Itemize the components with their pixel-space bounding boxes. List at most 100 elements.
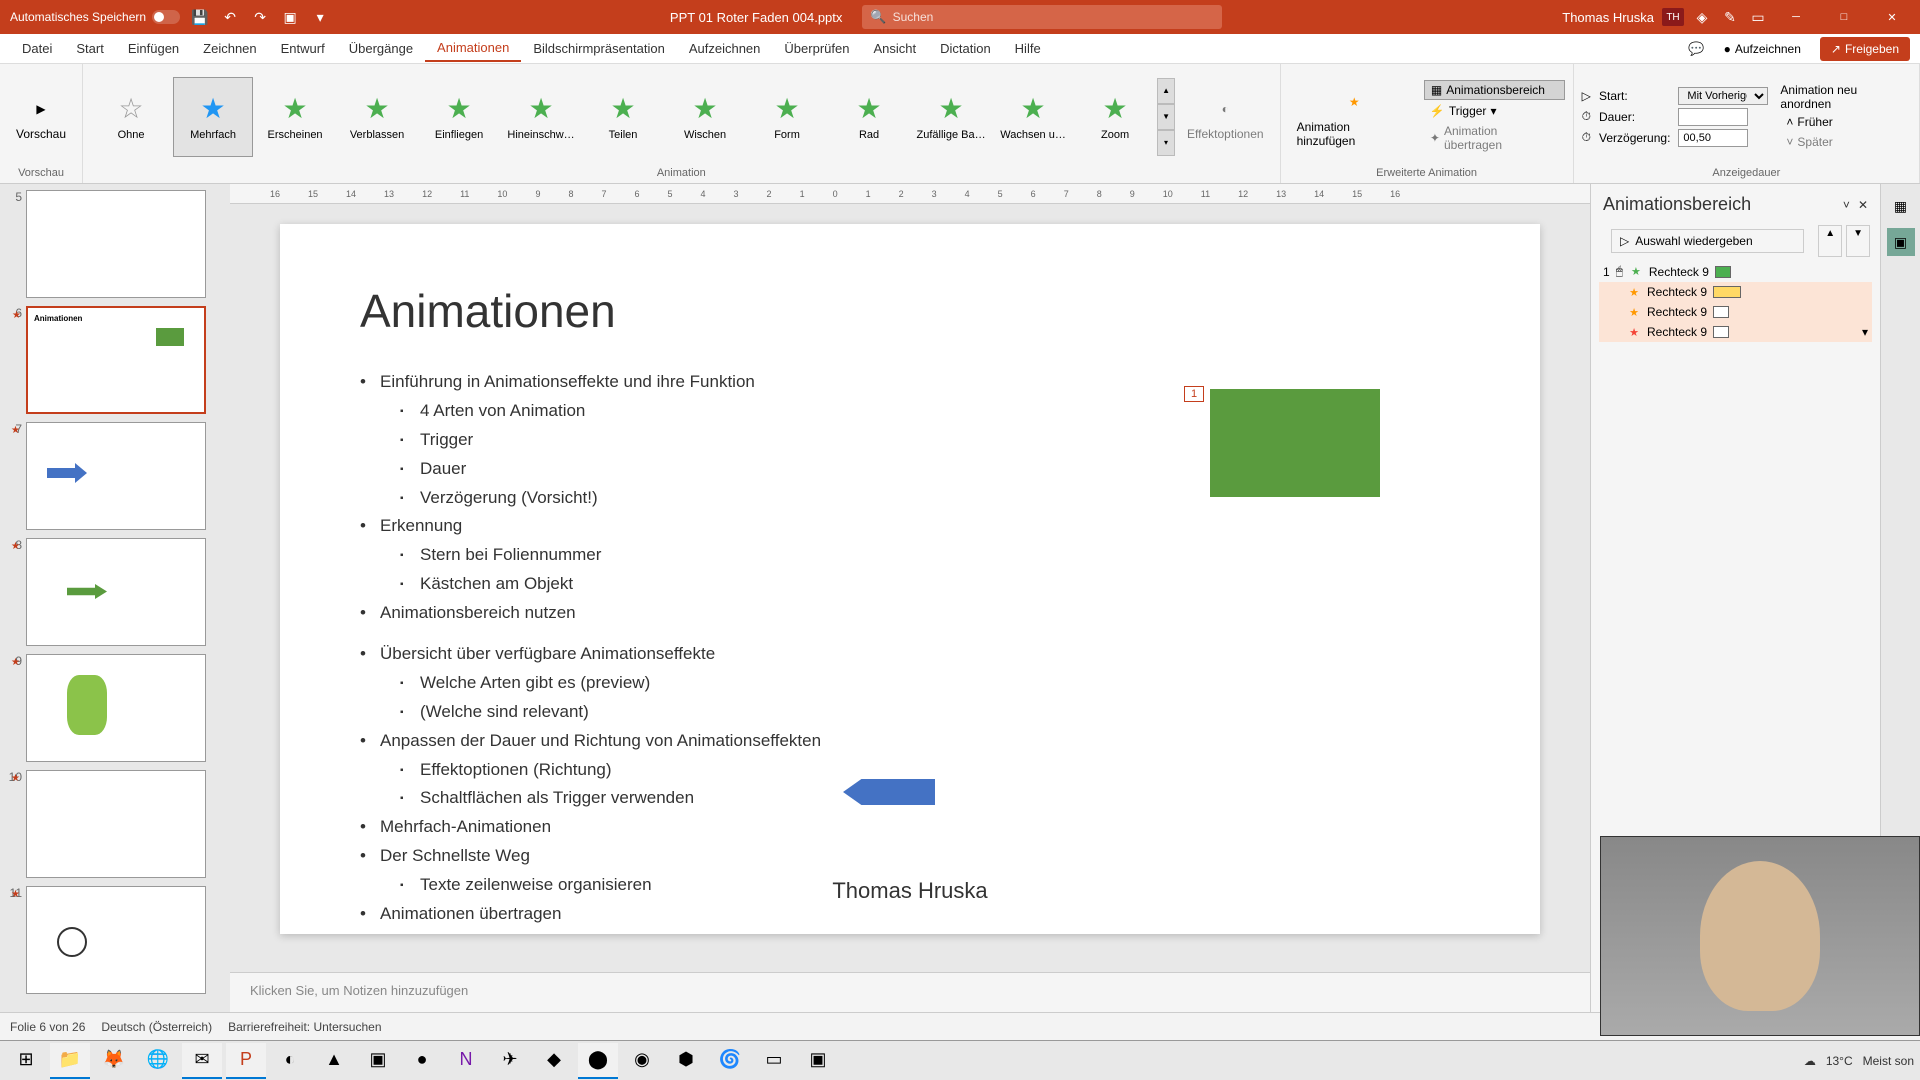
aufzeichnen-button[interactable]: ● Aufzeichnen (1715, 38, 1810, 60)
tab-dictation[interactable]: Dictation (928, 36, 1003, 61)
close-button[interactable]: ✕ (1872, 0, 1912, 34)
search-input[interactable] (893, 10, 1215, 24)
comments-icon[interactable]: 💬 (1688, 41, 1704, 57)
language[interactable]: Deutsch (Österreich) (101, 1020, 212, 1034)
start-button[interactable]: ⊞ (6, 1043, 46, 1079)
telegram-icon[interactable]: ✈ (490, 1043, 530, 1079)
search-box[interactable]: 🔍 (862, 5, 1222, 29)
chevron-down-icon[interactable]: ˅ (1843, 198, 1850, 212)
anim-teilen[interactable]: ★Teilen (583, 77, 663, 157)
tab-einfuegen[interactable]: Einfügen (116, 36, 191, 61)
frueher-button[interactable]: ˄Früher (1780, 113, 1911, 131)
thumb-8[interactable]: ★ (26, 538, 206, 646)
green-rectangle-shape[interactable] (1210, 389, 1380, 497)
trigger-button[interactable]: ⚡Trigger▾ (1424, 102, 1565, 120)
tab-hilfe[interactable]: Hilfe (1003, 36, 1053, 61)
username[interactable]: Thomas Hruska (1562, 10, 1654, 25)
anim-zufaellig[interactable]: ★Zufällige Ba… (911, 77, 991, 157)
present-icon[interactable]: ▣ (280, 7, 300, 27)
slide-title[interactable]: Animationen (360, 284, 1460, 338)
toggle-switch[interactable] (152, 10, 180, 24)
weather-icon[interactable]: ☁ (1804, 1054, 1816, 1068)
tab-aufzeichnen[interactable]: Aufzeichnen (677, 36, 773, 61)
filename[interactable]: PPT 01 Roter Faden 004.pptx (670, 10, 842, 25)
tab-entwurf[interactable]: Entwurf (269, 36, 337, 61)
anim-rad[interactable]: ★Rad (829, 77, 909, 157)
chrome-icon[interactable]: 🌐 (138, 1043, 178, 1079)
outlook-icon[interactable]: ✉ (182, 1043, 222, 1079)
thumb-6[interactable]: ★Animationen (26, 306, 206, 414)
onenote-icon[interactable]: N (446, 1043, 486, 1079)
anim-erscheinen[interactable]: ★Erscheinen (255, 77, 335, 157)
app-icon[interactable]: ▣ (358, 1043, 398, 1079)
anim-list-item[interactable]: ★ Rechteck 9 (1599, 302, 1872, 322)
tab-start[interactable]: Start (64, 36, 115, 61)
animationsbereich-button[interactable]: ▦Animationsbereich (1424, 80, 1565, 100)
anim-wischen[interactable]: ★Wischen (665, 77, 745, 157)
anim-mehrfach[interactable]: ★Mehrfach (173, 77, 253, 157)
app-icon[interactable]: ⬢ (666, 1043, 706, 1079)
anim-list-item[interactable]: ★ Rechteck 9 ▾ (1599, 322, 1872, 342)
thumb-10[interactable]: ★ (26, 770, 206, 878)
animation-tag[interactable]: 1 (1184, 386, 1204, 402)
down-icon[interactable]: ▼ (1157, 104, 1175, 130)
maximize-button[interactable]: □ (1824, 0, 1864, 34)
dauer-input[interactable] (1678, 108, 1748, 126)
thumb-5[interactable] (26, 190, 206, 298)
vlc-icon[interactable]: ▲ (314, 1043, 354, 1079)
app-icon[interactable]: ▣ (798, 1043, 838, 1079)
tab-datei[interactable]: Datei (10, 36, 64, 61)
move-down-button[interactable]: ▼ (1846, 225, 1870, 257)
obs-icon[interactable]: ⬤ (578, 1043, 618, 1079)
play-selection-button[interactable]: ▷ Auswahl wiedergeben (1611, 229, 1804, 253)
qat-more-icon[interactable]: ▾ (310, 7, 330, 27)
save-icon[interactable]: 💾 (190, 7, 210, 27)
side-panel-icon[interactable]: ▣ (1887, 228, 1915, 256)
verzoegerung-input[interactable] (1678, 129, 1748, 147)
anim-zoom[interactable]: ★Zoom (1075, 77, 1155, 157)
tab-bildschirm[interactable]: Bildschirmpräsentation (521, 36, 677, 61)
redo-icon[interactable]: ↷ (250, 7, 270, 27)
blue-arrow-shape[interactable] (843, 779, 935, 805)
diamond-icon[interactable]: ◈ (1692, 7, 1712, 27)
thumbnails-panel[interactable]: 5 6★Animationen 7★ 8★ 9★ 10★ 11★ (0, 184, 230, 1012)
firefox-icon[interactable]: 🦊 (94, 1043, 134, 1079)
anim-list-item[interactable]: 1 🖱 ★ Rechteck 9 (1599, 261, 1872, 282)
tab-ueberpruefen[interactable]: Überprüfen (772, 36, 861, 61)
tab-zeichnen[interactable]: Zeichnen (191, 36, 268, 61)
app-icon[interactable]: ◐ (270, 1043, 310, 1079)
close-icon[interactable]: ✕ (1858, 198, 1868, 212)
anim-form[interactable]: ★Form (747, 77, 827, 157)
up-icon[interactable]: ▲ (1157, 78, 1175, 104)
chevron-down-icon[interactable]: ▾ (1862, 325, 1868, 339)
anim-wachsen[interactable]: ★Wachsen u… (993, 77, 1073, 157)
anim-hineinschw[interactable]: ★Hineinschw… (501, 77, 581, 157)
slide[interactable]: Animationen Einführung in Animationseffe… (280, 224, 1540, 934)
anim-einfliegen[interactable]: ★Einfliegen (419, 77, 499, 157)
gallery-scroll[interactable]: ▲▼▾ (1157, 78, 1175, 156)
autosave-toggle[interactable]: Automatisches Speichern (10, 10, 180, 24)
side-panel-icon[interactable]: ▦ (1887, 192, 1915, 220)
powerpoint-icon[interactable]: P (226, 1043, 266, 1079)
app-icon[interactable]: ◉ (622, 1043, 662, 1079)
thumb-7[interactable]: ★ (26, 422, 206, 530)
edge-icon[interactable]: 🌀 (710, 1043, 750, 1079)
window-icon[interactable]: ▭ (1748, 7, 1768, 27)
undo-icon[interactable]: ↶ (220, 7, 240, 27)
thumb-11[interactable]: ★ (26, 886, 206, 994)
app-icon[interactable]: ▭ (754, 1043, 794, 1079)
accessibility[interactable]: Barrierefreiheit: Untersuchen (228, 1020, 381, 1034)
explorer-icon[interactable]: 📁 (50, 1043, 90, 1079)
tab-ansicht[interactable]: Ansicht (861, 36, 928, 61)
tab-uebergaenge[interactable]: Übergänge (337, 36, 425, 61)
tab-animationen[interactable]: Animationen (425, 35, 521, 62)
start-select[interactable]: Mit Vorheriger (1678, 87, 1768, 105)
vorschau-button[interactable]: ▶ Vorschau (8, 89, 74, 145)
more-icon[interactable]: ▾ (1157, 130, 1175, 156)
pen-icon[interactable]: ✎ (1720, 7, 1740, 27)
animation-hinzufuegen-button[interactable]: ★ Animation hinzufügen (1289, 82, 1420, 152)
move-up-button[interactable]: ▲ (1818, 225, 1842, 257)
freigeben-button[interactable]: ↗ Freigeben (1820, 37, 1910, 61)
app-icon[interactable]: ◆ (534, 1043, 574, 1079)
thumb-9[interactable]: ★ (26, 654, 206, 762)
